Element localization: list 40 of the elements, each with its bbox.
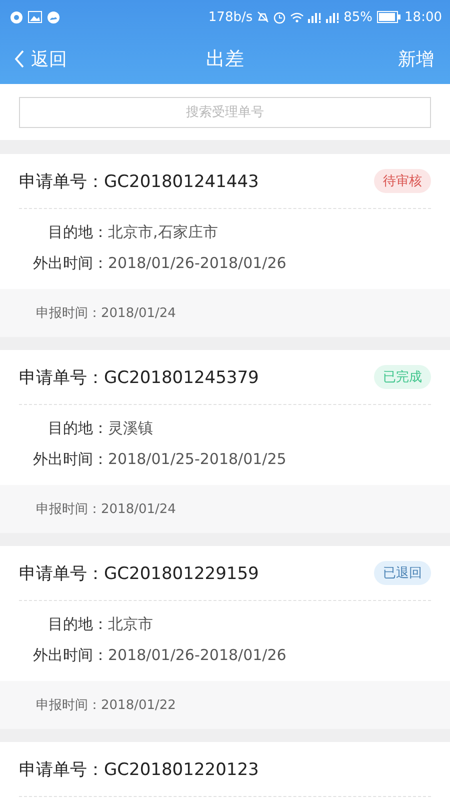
request-number: 申请单号：GC201801229159	[19, 562, 259, 584]
status-tag: 已退回	[374, 561, 431, 585]
field-label: 外出时间：	[32, 254, 108, 273]
submit-date: 申报时间：2018/01/24	[36, 305, 176, 322]
request-number: 申请单号：GC201801220123	[19, 758, 259, 780]
field-label: 目的地：	[47, 615, 108, 634]
back-icon	[14, 49, 25, 69]
battery-percent: 85%	[344, 10, 373, 24]
field-value: 2018/01/26-2018/01/26	[108, 254, 286, 273]
image-icon	[28, 11, 42, 23]
status-tag: 已完成	[374, 365, 431, 389]
field-label: 外出时间：	[32, 450, 108, 469]
record-card[interactable]: 申请单号：GC201801220123	[0, 742, 450, 800]
field-label: 目的地：	[47, 419, 108, 438]
signal-icon	[308, 12, 322, 22]
wifi-icon	[290, 12, 304, 22]
mute-icon	[256, 11, 269, 23]
request-number: 申请单号：GC201801245379	[19, 366, 259, 388]
field-value: 灵溪镇	[108, 419, 153, 438]
network-speed: 178b/s	[208, 10, 253, 24]
back-label: 返回	[31, 48, 67, 71]
field-value: 2018/01/26-2018/01/26	[108, 646, 286, 665]
clock: 18:00	[404, 10, 442, 24]
signal-icon	[326, 12, 340, 22]
field-label: 目的地：	[47, 223, 108, 242]
alarm-icon	[272, 10, 286, 24]
battery-icon	[376, 11, 401, 23]
submit-date: 申报时间：2018/01/24	[36, 501, 176, 518]
page-title: 出差	[206, 47, 244, 72]
status-tag: 待审核	[374, 169, 431, 193]
field-label: 外出时间：	[32, 646, 108, 665]
record-card[interactable]: 申请单号：GC201801245379 已完成 目的地：灵溪镇 外出时间：2018/01/25-2018/01/25 申报时间：2018/01/24	[0, 350, 450, 533]
field-value: 北京市	[108, 615, 153, 634]
record-card[interactable]: 申请单号：GC201801241443 待审核 目的地：北京市,石家庄市 外出时间：2018/01/26-2018/01/26 申报时间：2018/01/24	[0, 154, 450, 337]
submit-date: 申报时间：2018/01/22	[36, 697, 176, 714]
search-field[interactable]: 搜索受理单号	[19, 97, 431, 128]
field-value: 北京市,石家庄市	[108, 223, 218, 242]
record-card[interactable]: 申请单号：GC201801229159 已退回 目的地：北京市 外出时间：2018/01/26-2018/01/26 申报时间：2018/01/22	[0, 546, 450, 729]
request-number: 申请单号：GC201801241443	[19, 170, 259, 192]
field-value: 2018/01/25-2018/01/25	[108, 450, 286, 469]
